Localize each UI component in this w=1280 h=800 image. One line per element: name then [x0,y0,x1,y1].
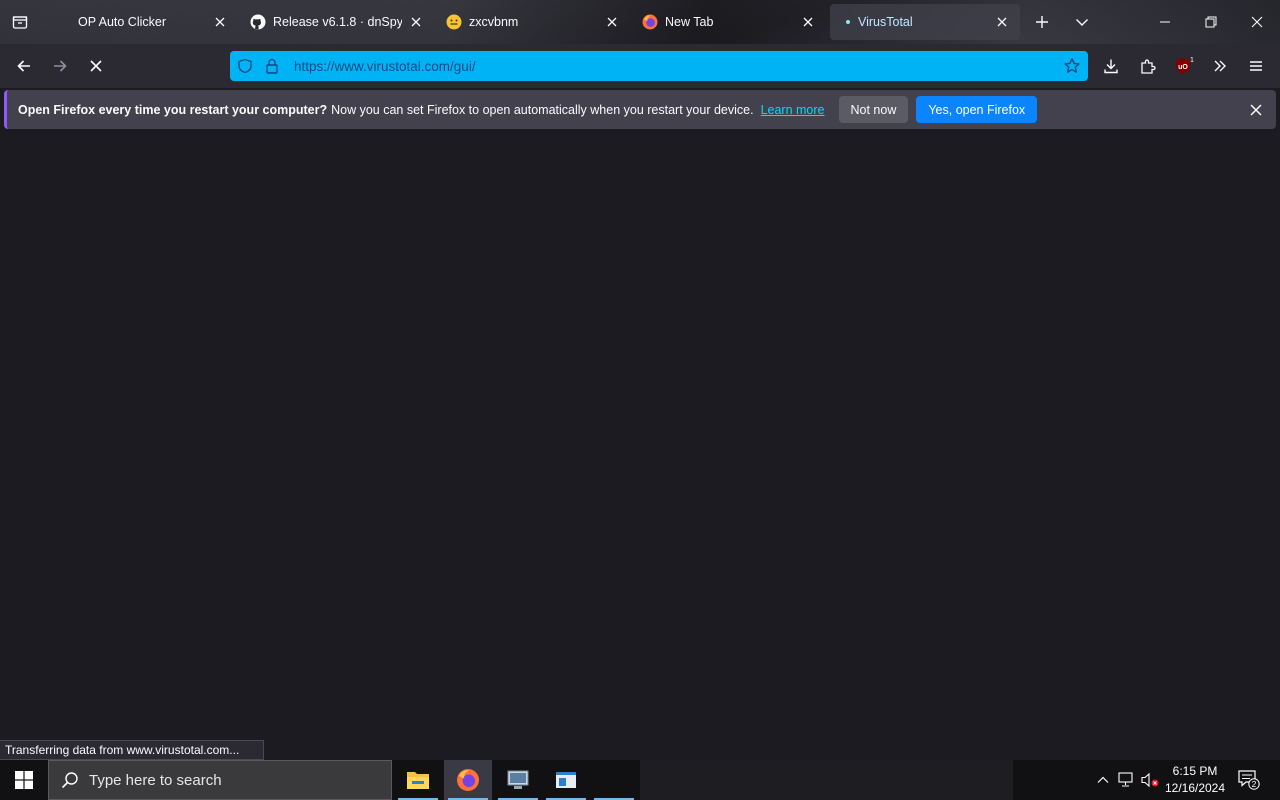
firefox-icon [642,14,658,30]
page-content [0,132,1280,760]
chevron-double-right-icon [1214,60,1226,72]
forward-button[interactable] [44,50,76,82]
start-button[interactable] [0,760,48,800]
clock-date: 12/16/2024 [1164,781,1226,795]
volume-muted-icon [1141,772,1159,788]
tab-title: New Tab [665,15,714,29]
tab-title: VirusTotal [858,15,913,29]
more-tools-button[interactable] [1204,50,1236,82]
taskbar-search-box[interactable]: Type here to search [48,760,392,800]
close-icon[interactable] [212,14,228,30]
close-icon [1250,104,1262,116]
hidden-app-taskbar-button[interactable] [590,760,638,800]
taskbar-clock[interactable]: 6:15 PM 12/16/2024 [1162,760,1228,800]
tracking-protection-icon[interactable] [233,54,257,78]
stop-icon [90,60,102,72]
firefox-view-icon [12,16,28,29]
firefox-icon [457,769,479,791]
lock-icon[interactable] [260,54,284,78]
extension-badge: 1 [1190,57,1194,64]
puzzle-icon [1141,59,1156,74]
status-panel: Transferring data from www.virustotal.co… [0,740,264,760]
tab-op-auto-clicker[interactable]: OP Auto Clicker [66,4,238,40]
notification-count: 2 [1252,779,1257,789]
show-hidden-icons-button[interactable] [1094,760,1112,800]
hamburger-menu-icon [1250,61,1262,71]
loading-indicator [846,20,850,24]
list-all-tabs-button[interactable] [1066,6,1098,38]
default-browser-notification: Open Firefox every time you restart your… [4,90,1276,129]
ublock-origin-button[interactable]: uO 1 [1168,50,1200,82]
back-arrow-icon [17,60,30,72]
notification-icon: 2 [1238,770,1260,790]
close-icon[interactable] [408,14,424,30]
bookmark-star-icon[interactable] [1058,52,1086,80]
ublock-shield-icon: uO 1 [1176,57,1194,74]
plus-icon [1036,16,1048,28]
back-button[interactable] [8,50,40,82]
download-icon [1104,59,1118,74]
url-bar[interactable]: https://www.virustotal.com/gui/ [230,51,1088,81]
downloads-button[interactable] [1095,50,1127,82]
chevron-down-icon [1076,19,1088,26]
tab-title: OP Auto Clicker [78,15,167,29]
window-app-icon [556,772,576,788]
notification-message: Now you can set Firefox to open automati… [331,102,754,117]
app-menu-button[interactable] [1240,50,1272,82]
firefox-taskbar-button[interactable] [444,760,492,800]
folder-icon [407,772,429,789]
windows-logo-icon [15,771,33,789]
clock-time: 6:15 PM [1172,764,1218,778]
minimize-icon [1160,21,1170,23]
notification-title: Open Firefox every time you restart your… [18,102,328,117]
close-notification-button[interactable] [1244,98,1268,122]
restore-icon [1205,16,1217,28]
emoji-icon [446,14,462,30]
network-icon [1118,772,1133,787]
windows-taskbar: Type here to search 6:15 PM 12/16/2024 2 [0,760,1280,800]
tab-dnspy-release[interactable]: Release v6.1.8 · dnSpy/dnSpy [238,4,434,40]
firefox-view-button[interactable] [4,6,36,38]
close-window-button[interactable] [1234,0,1280,44]
url-text[interactable]: https://www.virustotal.com/gui/ [294,59,1058,74]
stop-button[interactable] [80,50,112,82]
svg-text:uO: uO [1178,64,1188,71]
tab-new-tab[interactable]: New Tab [630,4,826,40]
restore-button[interactable] [1188,0,1234,44]
monitor-app-icon [507,770,529,789]
tab-virustotal[interactable]: VirusTotal [830,4,1020,40]
search-icon [60,770,80,790]
network-tray-button[interactable] [1116,760,1138,800]
not-now-button[interactable]: Not now [838,96,909,123]
close-icon[interactable] [604,14,620,30]
search-placeholder: Type here to search [89,771,222,789]
github-icon [250,14,266,30]
close-icon [1251,16,1263,28]
new-tab-button[interactable] [1026,6,1058,38]
extensions-button[interactable] [1132,50,1164,82]
minimize-button[interactable] [1142,0,1188,44]
tab-title: Release v6.1.8 · dnSpy/dnSpy [273,15,402,29]
remote-app-taskbar-button[interactable] [494,760,542,800]
volume-tray-button[interactable] [1139,760,1161,800]
close-icon[interactable] [994,14,1010,30]
tab-title: zxcvbnm [469,15,519,29]
yes-open-firefox-button[interactable]: Yes, open Firefox [916,96,1038,123]
taskbar-empty-area [640,760,1013,800]
action-center-button[interactable]: 2 [1234,760,1264,800]
tab-zxcvbnm[interactable]: zxcvbnm [434,4,630,40]
chevron-up-icon [1097,776,1109,783]
tab-strip: OP Auto Clicker Release v6.1.8 · dnSpy/d… [0,0,1280,44]
file-explorer-taskbar-button[interactable] [394,760,442,800]
app-window-taskbar-button[interactable] [542,760,590,800]
forward-arrow-icon [54,60,67,72]
close-icon[interactable] [800,14,816,30]
learn-more-link[interactable]: Learn more [761,103,825,117]
